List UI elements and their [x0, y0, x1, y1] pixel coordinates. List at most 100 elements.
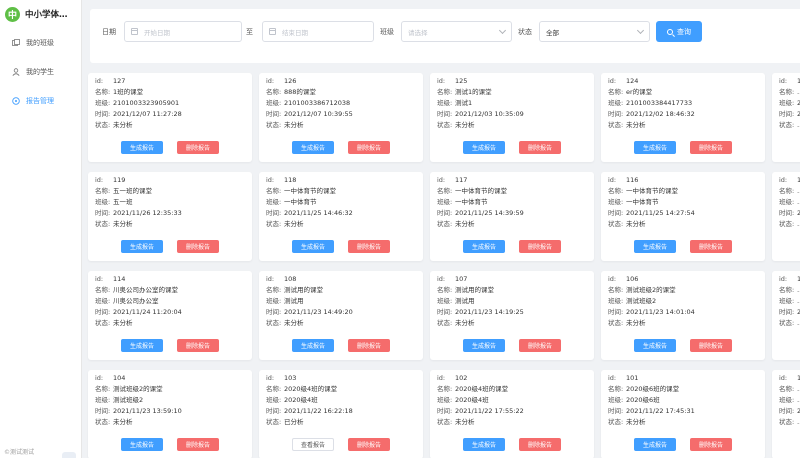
card-id-label: id:	[437, 374, 446, 382]
card-id-value: 106	[626, 275, 639, 283]
card-name-label: 名称:	[437, 385, 453, 393]
delete-report-button[interactable]: 删除报告	[519, 240, 561, 253]
generate-report-button[interactable]: 生成报告	[121, 141, 163, 154]
generate-report-button[interactable]: 生成报告	[634, 240, 676, 253]
card-status-row: 状态: 未分析	[437, 418, 475, 427]
delete-report-button[interactable]: 删除报告	[177, 240, 219, 253]
card-class-label: 班级:	[437, 297, 453, 305]
card-id-row: id: 108	[266, 275, 296, 284]
card-class-label: 班级:	[266, 99, 282, 107]
delete-report-button[interactable]: 删除报告	[177, 438, 219, 451]
card-time-label: 时间:	[437, 110, 453, 118]
card-class-value: 测试用	[284, 297, 304, 305]
card-status-value: 未分析	[284, 220, 304, 228]
card-name-row: 名称: 测试用的课堂	[437, 286, 494, 295]
card-class-row: 班级: 测试用	[266, 297, 304, 306]
card-id-label: id:	[266, 374, 275, 382]
card-status-label: 状态:	[95, 220, 111, 228]
card-status-row: 状态: 未分析	[608, 121, 646, 130]
card-name-label: 名称:	[437, 88, 453, 96]
query-button[interactable]: 查询	[656, 21, 702, 42]
card-id-value: 107	[455, 275, 468, 283]
card-name-label: 名称:	[266, 286, 282, 294]
card-id-label: id:	[608, 176, 617, 184]
card-time-row: 时间: 2021/12/07 10:39:55	[266, 110, 353, 119]
chevron-down-icon	[498, 26, 507, 34]
sidebar-item-reports[interactable]: 报告管理	[0, 86, 81, 115]
card-name-label: 名称:	[95, 286, 111, 294]
generate-report-button[interactable]: 生成报告	[121, 438, 163, 451]
card-status-label: 状态:	[266, 121, 282, 129]
card-status-value: 未分析	[626, 220, 646, 228]
card-actions: 生成报告删除报告	[772, 339, 800, 352]
generate-report-button[interactable]: 生成报告	[463, 141, 505, 154]
card-id-label: id:	[95, 275, 104, 283]
card-class-row: 班级: 一中体育节	[437, 198, 488, 207]
generate-report-button[interactable]: 生成报告	[634, 438, 676, 451]
delete-report-button[interactable]: 删除报告	[690, 141, 732, 154]
delete-report-button[interactable]: 删除报告	[177, 339, 219, 352]
report-card: id: 108 名称: 测试用的课堂 班级: 测试用 时间: 2021/11/23 14:49…	[259, 271, 423, 360]
card-name-row: 名称: 测试班级2的课堂	[608, 286, 676, 295]
card-actions: 生成报告 删除报告	[88, 240, 252, 253]
generate-report-button[interactable]: 生成报告	[292, 240, 334, 253]
delete-report-button[interactable]: 删除报告	[519, 438, 561, 451]
end-date-input[interactable]: 结束日期	[262, 21, 374, 42]
card-status-label: 状态:	[779, 319, 795, 327]
card-class-value: 测试用	[455, 297, 475, 305]
generate-report-button[interactable]: 生成报告	[634, 141, 676, 154]
delete-report-button[interactable]: 删除报告	[519, 339, 561, 352]
delete-report-button[interactable]: 删除报告	[348, 438, 390, 451]
card-name-label: 名称:	[779, 187, 795, 195]
card-actions: 生成报告 删除报告	[259, 141, 423, 154]
delete-report-button[interactable]: 删除报告	[348, 141, 390, 154]
card-id-value: 118	[284, 176, 297, 184]
generate-report-button[interactable]: 生成报告	[292, 339, 334, 352]
card-status-value: 未分析	[455, 121, 475, 129]
sidebar-item-classes[interactable]: 我的班级	[0, 28, 81, 57]
delete-report-button[interactable]: 删除报告	[519, 141, 561, 154]
status-select[interactable]: 全部	[539, 21, 650, 42]
card-id-row: id: 114	[95, 275, 125, 284]
report-card: id: 102 名称: 2020级4班的课堂 班级: 2020级4班 时间: 2021/11/…	[430, 370, 594, 458]
sidebar-item-students[interactable]: 我的学生	[0, 57, 81, 86]
delete-report-button[interactable]: 删除报告	[690, 339, 732, 352]
card-class-value: 川奥公司办公室	[113, 297, 159, 305]
card-status-row: 状态: 未分析	[266, 319, 304, 328]
card-status-label: 状态:	[266, 319, 282, 327]
card-class-label: 班级:	[437, 198, 453, 206]
generate-report-button[interactable]: 生成报告	[463, 339, 505, 352]
card-status-value: 未分析	[113, 121, 133, 129]
generate-report-button[interactable]: 生成报告	[463, 438, 505, 451]
card-time-label: 时间:	[779, 407, 795, 415]
generate-report-button[interactable]: 生成报告	[292, 141, 334, 154]
collapse-toggle[interactable]	[62, 452, 76, 458]
card-id-value: 116	[626, 176, 639, 184]
delete-report-button[interactable]: 删除报告	[177, 141, 219, 154]
card-name-row: 名称:…	[779, 286, 800, 295]
generate-report-button[interactable]: 生成报告	[121, 339, 163, 352]
card-id-value: 124	[626, 77, 639, 85]
start-date-input[interactable]: 开始日期	[124, 21, 242, 42]
card-actions: 生成报告删除报告	[772, 240, 800, 253]
card-class-value: 2101003323905901	[113, 99, 180, 107]
card-class-row: 班级: 测试1	[437, 99, 472, 108]
delete-report-button[interactable]: 删除报告	[690, 240, 732, 253]
card-id-value: 117	[455, 176, 468, 184]
delete-report-button[interactable]: 删除报告	[348, 240, 390, 253]
generate-report-button[interactable]: 生成报告	[634, 339, 676, 352]
delete-report-button[interactable]: 删除报告	[348, 339, 390, 352]
card-status-label: 状态:	[608, 319, 624, 327]
delete-report-button[interactable]: 删除报告	[690, 438, 732, 451]
generate-report-button[interactable]: 生成报告	[463, 240, 505, 253]
card-id-label: id:	[266, 176, 275, 184]
generate-report-button[interactable]: 生成报告	[121, 240, 163, 253]
card-class-row: 班级:…	[779, 198, 800, 207]
card-status-row: 状态: 已分析	[266, 418, 304, 427]
card-status-row: 状态: 未分析	[266, 121, 304, 130]
card-id-value: 101	[626, 374, 639, 382]
class-select[interactable]: 请选择	[401, 21, 512, 42]
view-report-button[interactable]: 查看报告	[292, 438, 334, 451]
report-icon	[10, 96, 22, 105]
brand-name: 中小学体…	[25, 10, 68, 20]
